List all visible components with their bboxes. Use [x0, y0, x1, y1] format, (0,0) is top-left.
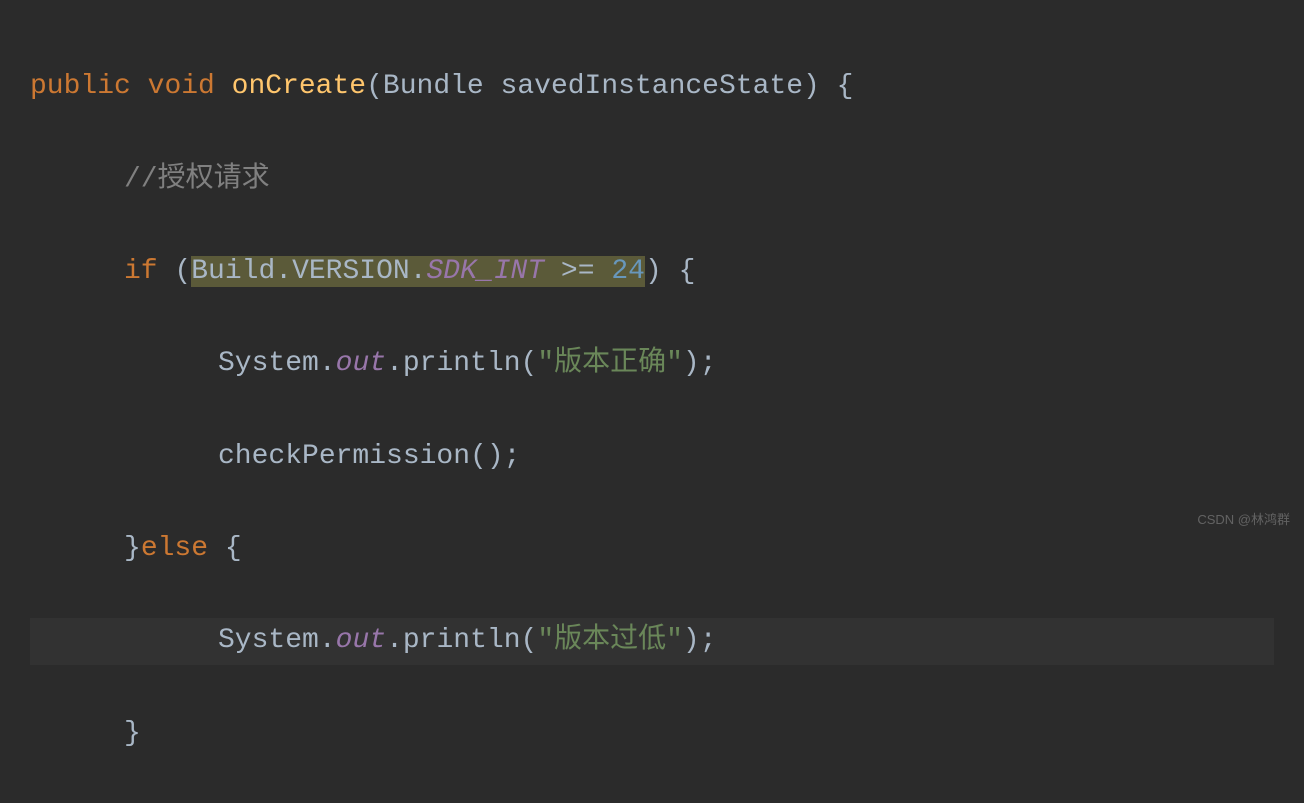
code-line: public void onCreate(Bundle savedInstanc…: [30, 64, 1274, 110]
paren: ): [683, 625, 700, 656]
semicolon: ;: [700, 348, 717, 379]
class-ref: Build: [191, 256, 275, 287]
param-type: Bundle: [383, 71, 484, 102]
static-field: SDK_INT: [427, 256, 545, 287]
method-call: println: [403, 625, 521, 656]
paren: (: [521, 348, 538, 379]
code-editor[interactable]: public void onCreate(Bundle savedInstanc…: [30, 18, 1274, 803]
code-line: System.out.println("版本正确");: [30, 341, 1274, 387]
number-literal: 24: [611, 256, 645, 287]
code-line: if (Build.VERSION.SDK_INT >= 24) {: [30, 249, 1274, 295]
watermark: CSDN @林鸿群: [1197, 509, 1290, 530]
brace: }: [124, 718, 141, 749]
code-line-current: System.out.println("版本过低");: [30, 618, 1274, 664]
class-ref: System: [218, 625, 319, 656]
brace: {: [837, 71, 854, 102]
string-literal: "版本正确": [537, 348, 683, 379]
static-field: out: [336, 625, 386, 656]
string-literal: "版本过低": [537, 625, 683, 656]
paren: (: [366, 71, 383, 102]
keyword-if: if: [124, 256, 158, 287]
code-line: }else {: [30, 526, 1274, 572]
dot: .: [410, 256, 427, 287]
param-name: savedInstanceState: [501, 71, 803, 102]
dot: .: [386, 348, 403, 379]
semicolon: ;: [504, 441, 521, 472]
paren: ): [487, 441, 504, 472]
semicolon: ;: [700, 625, 717, 656]
method-name: onCreate: [232, 71, 366, 102]
code-line: checkPermission();: [30, 434, 1274, 480]
method-call: checkPermission: [218, 441, 470, 472]
dot: .: [319, 348, 336, 379]
class-ref: System: [218, 348, 319, 379]
paren: ): [683, 348, 700, 379]
keyword-public: public: [30, 71, 131, 102]
code-line: }: [30, 711, 1274, 757]
paren: ): [803, 71, 820, 102]
paren: ): [645, 256, 662, 287]
brace: {: [679, 256, 696, 287]
operator: >=: [544, 256, 611, 287]
dot: .: [386, 625, 403, 656]
method-call: println: [403, 348, 521, 379]
keyword-void: void: [148, 71, 215, 102]
comment: //授权请求: [124, 164, 270, 195]
static-field: out: [336, 348, 386, 379]
class-ref: VERSION: [292, 256, 410, 287]
paren: (: [174, 256, 191, 287]
paren: (: [521, 625, 538, 656]
dot: .: [319, 625, 336, 656]
dot: .: [275, 256, 292, 287]
paren: (: [470, 441, 487, 472]
code-line: //授权请求: [30, 157, 1274, 203]
selection-highlight: Build.VERSION.SDK_INT >= 24: [191, 256, 645, 287]
